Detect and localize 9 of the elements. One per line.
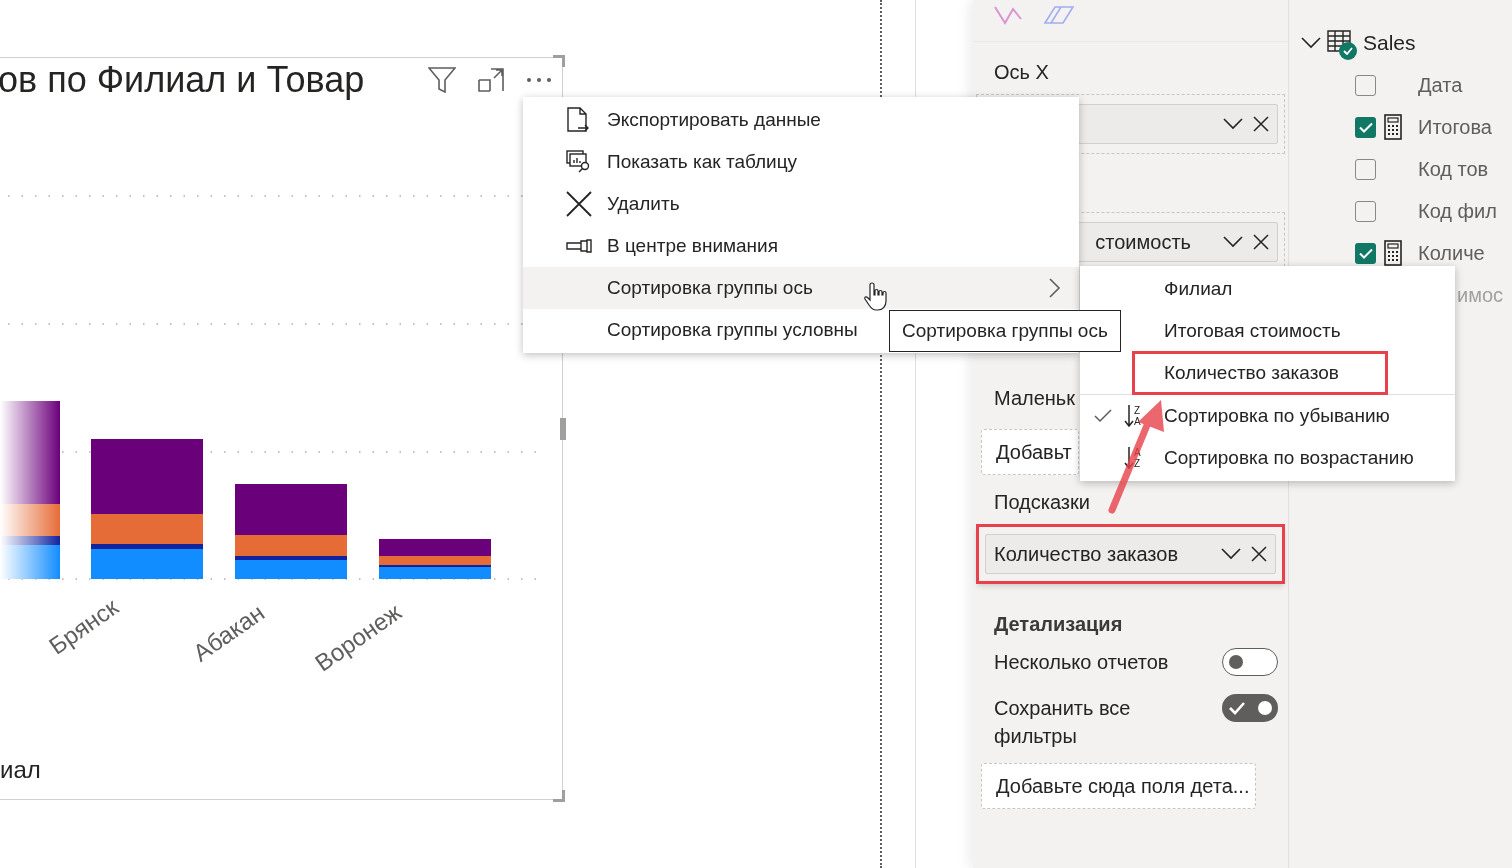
toggle-label: Несколько отчетов — [994, 650, 1170, 675]
toggle-label: Сохранить все фильтры — [994, 696, 1132, 749]
section-label: Маленьк — [994, 386, 1075, 411]
section-label: Подсказки — [994, 490, 1090, 515]
tooltip: Сортировка группы ось — [889, 310, 1121, 352]
section-heading: Детализация — [994, 612, 1123, 637]
section-label: Ось X — [994, 60, 1049, 85]
axis-title: иал — [0, 754, 41, 785]
visual-title: ов по Филиал и Товар — [0, 58, 365, 102]
